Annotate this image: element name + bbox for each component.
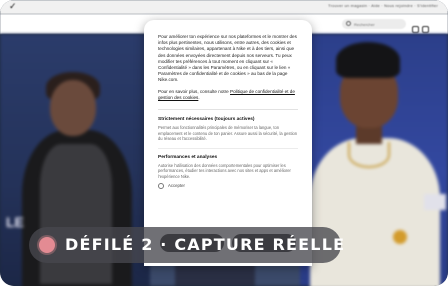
section-description: Permet aux fonctionnalités principales d… — [158, 125, 298, 142]
section-title: Performances et analyses — [158, 154, 218, 160]
consent-intro-text: Pour améliorer ton expérience sur nos pl… — [158, 34, 297, 83]
shirt-logo-icon — [393, 230, 407, 244]
model-right-hat — [336, 42, 400, 78]
search-input[interactable]: Rechercher — [342, 19, 406, 29]
bag-icon[interactable] — [422, 26, 429, 33]
hero-text-left: LE — [6, 214, 24, 230]
consent-more-info: Pour en savoir plus, consulte notre Poli… — [158, 89, 298, 101]
hero-side-label — [424, 194, 446, 210]
favorites-icon[interactable] — [412, 26, 419, 33]
cookie-section-performance: Performances et analyses Autorise l'util… — [158, 155, 298, 191]
nike-swoosh-icon[interactable]: ✓ — [9, 2, 27, 11]
accept-radio[interactable] — [158, 183, 164, 190]
performance-accept-option[interactable]: Accepter — [158, 182, 298, 190]
search-placeholder: Rechercher — [354, 22, 375, 27]
model-left-jacket — [40, 144, 112, 284]
nav-icons — [412, 20, 438, 33]
model-left-head — [50, 80, 96, 136]
record-dot-icon — [39, 237, 55, 253]
accept-label: Accepter — [168, 183, 185, 189]
capture-caption-badge: DÉFILÉ 2 · CAPTURE RÉELLE — [29, 227, 344, 263]
capture-caption-text: DÉFILÉ 2 · CAPTURE RÉELLE — [65, 235, 346, 254]
search-icon — [346, 21, 351, 26]
screenshot-frame: ✓ Trouver un magasin · Aide · Nous rejoi… — [0, 0, 448, 286]
divider — [158, 109, 298, 111]
top-links[interactable]: Trouver un magasin · Aide · Nous rejoind… — [328, 3, 438, 8]
divider — [158, 147, 298, 149]
section-title: Strictement nécessaires (toujours active… — [158, 117, 255, 123]
cookie-consent-content: Pour améliorer ton expérience sur nos pl… — [158, 34, 298, 190]
site-top-bar: ✓ Trouver un magasin · Aide · Nous rejoi… — [0, 0, 448, 14]
consent-more-suffix: . — [198, 94, 200, 100]
model-right-chain — [348, 142, 390, 168]
cookie-section-necessary: Strictement nécessaires (toujours active… — [158, 117, 298, 142]
consent-more-prefix: Pour en savoir plus, consulte notre — [158, 88, 231, 94]
section-description: Autorise l'utilisation des données compo… — [158, 162, 291, 179]
